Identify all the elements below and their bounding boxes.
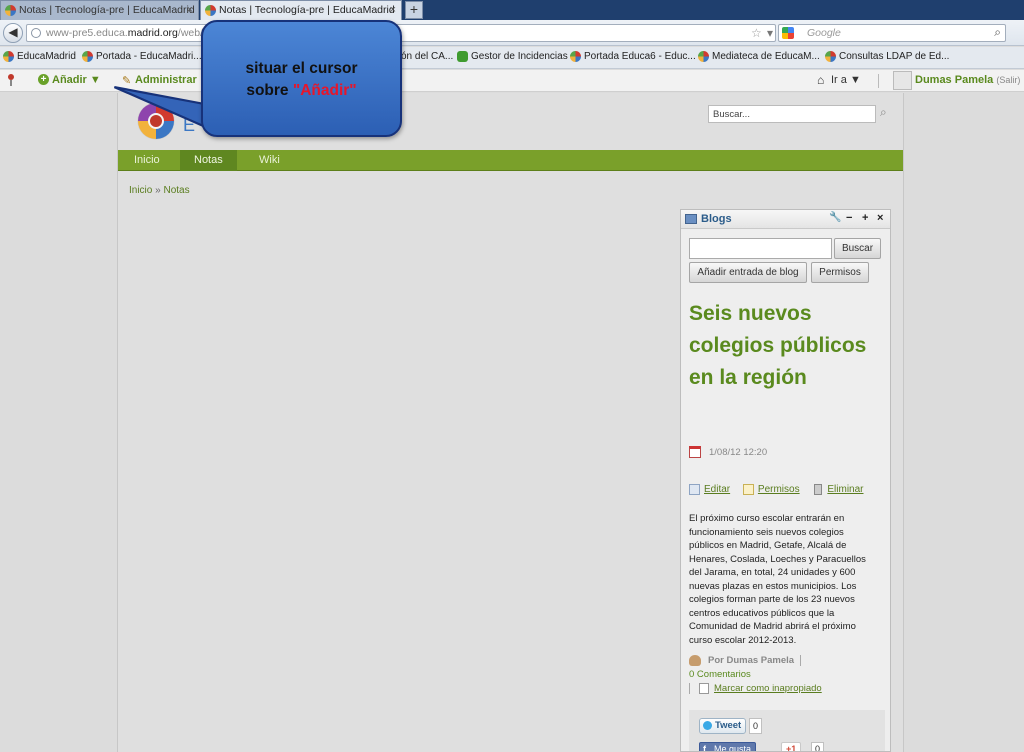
educamadrid-favicon-icon	[570, 51, 581, 62]
tab-label: Notas | Tecnología-pre | EducaMadrid	[219, 4, 395, 16]
configure-icon[interactable]: 🔧	[829, 212, 841, 223]
bookmark-star-icon[interactable]: ☆	[751, 26, 762, 40]
page-content: E Buscar... ⌕ Inicio Notas Wiki Inicio »…	[117, 93, 904, 752]
breadcrumb: Inicio » Notas	[129, 185, 190, 196]
educamadrid-favicon-icon	[5, 5, 16, 16]
blog-entry-author: Por Dumas Pamela	[689, 655, 802, 666]
educamadrid-favicon-icon	[205, 5, 216, 16]
blog-entry-date: 1/08/12 12:20	[689, 446, 767, 458]
site-search-placeholder: Buscar...	[713, 109, 750, 120]
edit-icon	[689, 484, 700, 495]
site-navigation: Inicio Notas Wiki	[118, 150, 903, 171]
tweet-button[interactable]: Tweet	[699, 718, 747, 734]
dropdown-arrow-icon[interactable]: ▾	[767, 26, 773, 40]
educamadrid-favicon-icon	[82, 51, 93, 62]
goto-menu[interactable]: ⌂ Ir a ▼	[817, 73, 861, 87]
browser-tab-bar: Notas | Tecnología-pre | EducaMadrid × N…	[0, 0, 1024, 20]
plus-icon: +	[38, 74, 49, 85]
nav-item-inicio[interactable]: Inicio	[120, 150, 174, 171]
home-icon: ⌂	[817, 73, 825, 87]
maximize-icon[interactable]: +	[862, 212, 868, 224]
blog-search-button[interactable]: Buscar	[834, 238, 881, 259]
bookmark-item[interactable]: Gestor de Incidencias	[457, 51, 568, 62]
permissions-button[interactable]: Permisos	[811, 262, 869, 283]
portlet-title: Blogs	[701, 213, 732, 225]
bookmark-item[interactable]: Portada Educa6 - Educ...	[570, 51, 696, 62]
flag-inappropriate-link[interactable]: Marcar como inapropiado	[714, 683, 822, 694]
divider	[689, 683, 690, 694]
blog-entry-body: El próximo curso escolar entrarán en fun…	[689, 513, 866, 646]
bookmarks-bar: EducaMadrid Portada - EducaMadri... ón d…	[0, 47, 1024, 69]
facebook-icon: f	[703, 744, 706, 752]
blog-entry-actions: Editar Permisos Eliminar	[689, 484, 874, 495]
avatar	[893, 71, 912, 90]
portlet-header: Blogs 🔧 − + ×	[681, 210, 890, 229]
minimize-icon[interactable]: −	[846, 212, 852, 224]
blog-search-input[interactable]	[689, 238, 832, 259]
close-icon[interactable]: ×	[390, 1, 396, 19]
gplus-count: 0	[811, 742, 825, 751]
nav-item-wiki[interactable]: Wiki	[245, 150, 294, 171]
url-text: www-pre5.educa.madrid.org/web/t	[46, 27, 206, 39]
flag-entry: Marcar como inapropiado	[689, 683, 822, 694]
add-menu[interactable]: + Añadir ▼	[38, 74, 101, 86]
bookmark-item[interactable]: ón del CA...	[401, 51, 453, 62]
site-search-input[interactable]: Buscar...	[708, 105, 876, 123]
bookmark-item[interactable]: Mediateca de EducaM...	[698, 51, 820, 62]
user-menu[interactable]: Dumas Pamela (Salir)	[893, 71, 1020, 91]
breadcrumb-current-link[interactable]: Notas	[163, 185, 189, 196]
bookmark-item[interactable]: Portada - EducaMadri...	[82, 51, 202, 62]
nav-item-notas[interactable]: Notas	[180, 150, 237, 171]
educamadrid-favicon-icon	[825, 51, 836, 62]
divider	[878, 74, 879, 88]
calendar-icon	[689, 446, 701, 458]
close-icon[interactable]: ×	[877, 212, 883, 224]
pin-icon[interactable]	[7, 74, 15, 86]
tweet-count: 0	[749, 718, 763, 734]
browser-tab-inactive[interactable]: Notas | Tecnología-pre | EducaMadrid ×	[0, 0, 199, 20]
callout-text: situar el cursor sobre "Añadir"	[245, 60, 358, 99]
tutorial-callout: situar el cursor sobre "Añadir"	[201, 20, 402, 137]
google-icon[interactable]	[782, 27, 794, 39]
delete-link[interactable]: Eliminar	[812, 484, 864, 495]
search-icon[interactable]: ⌕	[994, 25, 1001, 40]
search-placeholder: Google	[807, 27, 841, 39]
social-bookmarks: Tweet 0 f Me gusta +1 0	[689, 710, 885, 752]
twitter-bird-icon	[703, 721, 712, 730]
search-icon[interactable]: ⌕	[880, 105, 887, 120]
globe-icon	[31, 28, 41, 38]
browser-nav-bar: ◀ www-pre5.educa.madrid.org/web/t ☆ ▾ ↻ …	[0, 20, 1024, 46]
close-icon[interactable]: ×	[187, 1, 193, 19]
browser-search-bar[interactable]: Google ⌕	[778, 24, 1006, 42]
facebook-like-button[interactable]: f Me gusta	[699, 742, 757, 752]
trash-icon	[814, 484, 823, 495]
permissions-icon	[742, 484, 754, 495]
divider	[800, 655, 802, 666]
callout-highlight: "Añadir"	[292, 82, 357, 99]
blogs-portlet: Blogs 🔧 − + × Buscar Añadir entrada de b…	[680, 209, 891, 752]
google-plus-button[interactable]: +1	[781, 742, 802, 751]
edit-link[interactable]: Editar	[689, 484, 730, 495]
comments-link[interactable]: 0 Comentarios	[689, 669, 751, 680]
bookmark-item[interactable]: Consultas LDAP de Ed...	[825, 51, 949, 62]
breadcrumb-home-link[interactable]: Inicio	[129, 185, 152, 196]
browser-tab-active[interactable]: Notas | Tecnología-pre | EducaMadrid ×	[200, 0, 402, 20]
bookmark-item[interactable]: EducaMadrid	[3, 51, 76, 62]
permissions-link[interactable]: Permisos	[742, 484, 800, 495]
logout-link[interactable]: (Salir)	[996, 75, 1020, 85]
add-blog-entry-button[interactable]: Añadir entrada de blog	[689, 262, 807, 283]
educamadrid-favicon-icon	[698, 51, 709, 62]
back-arrow-icon[interactable]: ◀	[3, 23, 23, 43]
frog-icon	[457, 51, 468, 62]
tab-label: Notas | Tecnología-pre | EducaMadrid	[19, 4, 195, 16]
user-icon	[689, 655, 701, 666]
educamadrid-favicon-icon	[3, 51, 14, 62]
blog-entry-title[interactable]: Seis nuevos colegios públicos en la regi…	[689, 298, 879, 394]
flag-icon	[699, 683, 709, 694]
blog-icon	[685, 214, 697, 224]
new-tab-button[interactable]: +	[405, 1, 423, 19]
